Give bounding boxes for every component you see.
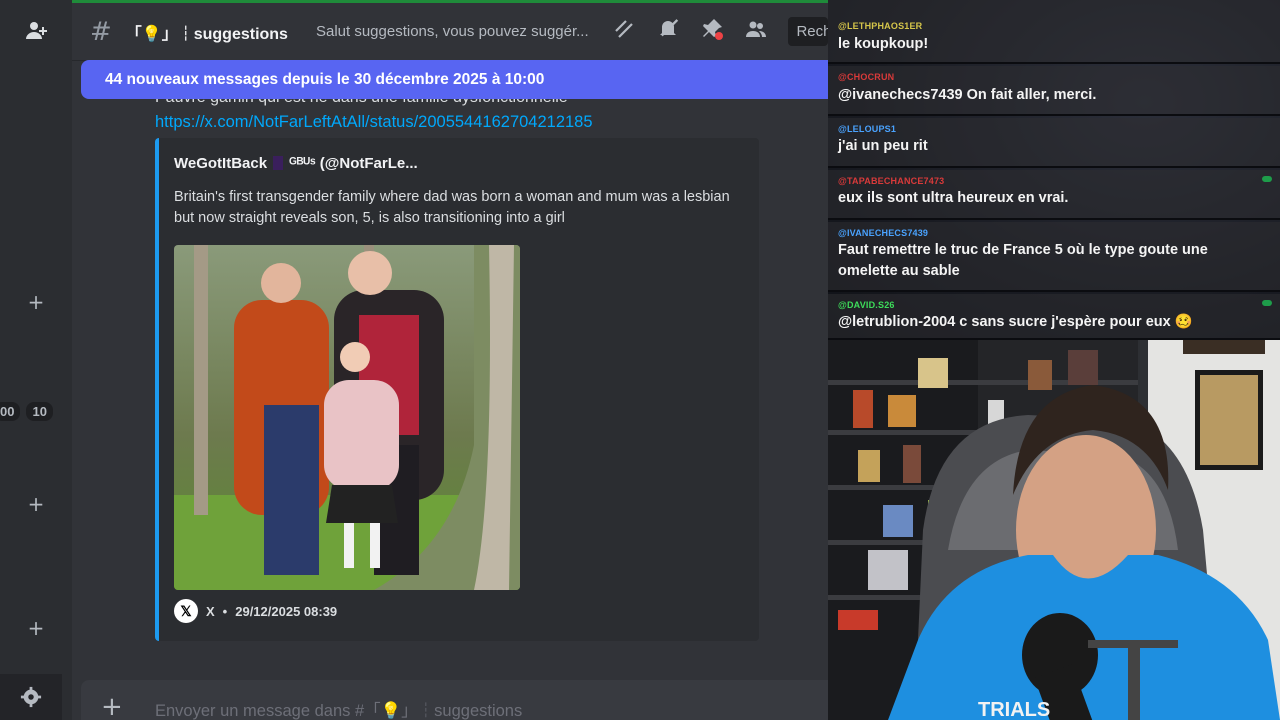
channel-sidebar-edge: + 00 10 + + (0, 0, 72, 720)
search-input[interactable]: Rech (788, 17, 828, 46)
channel-name: 「💡」┆suggestions (125, 25, 288, 43)
status-dot (1262, 176, 1272, 182)
notifications-muted-icon[interactable] (656, 17, 680, 46)
threads-icon[interactable] (612, 17, 636, 46)
new-messages-banner[interactable]: 44 nouveaux messages depuis le 30 décemb… (81, 60, 828, 99)
chat-username: @TAPABECHANCE7473 (838, 176, 945, 186)
header-toolbar (612, 17, 768, 46)
chat-message: @TAPABECHANCE7473 eux ils sont ultra heu… (828, 170, 1280, 220)
chat-text: eux ils sont ultra heureux en vrai. (838, 190, 1069, 206)
embed-image[interactable] (174, 245, 520, 590)
chat-text: j'ai un peu rit (838, 138, 928, 154)
chat-text: Faut remettre le truc de France 5 où le … (838, 242, 1208, 279)
settings-gear-icon[interactable] (0, 674, 62, 720)
chat-username: @DAVID.S26 (838, 300, 895, 310)
embed-author-handle: ᴳᴮᵁˢ (@NotFarLe... (289, 155, 418, 172)
message-link[interactable]: https://x.com/NotFarLeftAtAll/status/200… (155, 113, 593, 132)
embed-timestamp: 29/12/2025 08:39 (235, 603, 338, 619)
x-logo-icon: 𝕏 (174, 599, 198, 623)
webcam-feed: TRIALS (828, 340, 1280, 720)
chat-text: @letrublion-2004 c sans sucre j'espère p… (838, 314, 1193, 330)
separator-dot: • (222, 603, 228, 619)
chat-text: @ivanechecs7439 On fait aller, merci. (838, 87, 1097, 103)
chat-username: @IVANECHECS7439 (838, 228, 929, 238)
chat-text: le koupkoup! (838, 36, 929, 52)
message-composer[interactable]: + Envoyer un message dans #「💡」┆suggestio… (81, 680, 828, 720)
member-list-icon[interactable] (744, 17, 768, 46)
screen: + 00 10 + + # 「💡」┆suggestions Salut sugg… (0, 0, 1280, 720)
channel-header: # 「💡」┆suggestions Salut suggestions, vou… (72, 3, 828, 61)
chat-message: @LELOUPS1 j'ai un peu rit (828, 118, 1280, 168)
unread-counts: 00 10 (0, 402, 53, 421)
pinned-messages-icon[interactable] (700, 17, 724, 46)
add-channel-icon[interactable]: + (0, 616, 72, 640)
embed-author[interactable]: WeGotItBack ᴳᴮᵁˢ (@NotFarLe... (174, 155, 418, 172)
embed-footer: 𝕏 X • 29/12/2025 08:39 (174, 599, 337, 623)
discord-window: + 00 10 + + # 「💡」┆suggestions Salut sugg… (0, 0, 828, 720)
message-input[interactable]: Envoyer un message dans #「💡」┆suggestions (155, 697, 522, 720)
embed-description: Britain's first transgender family where… (174, 189, 730, 226)
chat-username: @LETHPHAOS1ER (838, 21, 923, 31)
embed-author-name: WeGotItBack (174, 155, 268, 172)
link-embed: WeGotItBack ᴳᴮᵁˢ (@NotFarLe... Britain's … (155, 138, 759, 641)
chat-message: @LETHPHAOS1ER le koupkoup! (828, 0, 1280, 64)
flag-icon (273, 156, 284, 170)
shirt-text: TRIALS (978, 699, 1050, 720)
add-channel-icon[interactable]: + (0, 290, 72, 314)
chat-username: @LELOUPS1 (838, 124, 897, 134)
add-friend-icon[interactable] (0, 0, 72, 62)
chat-username: @CHOCRUN (838, 72, 895, 82)
chat-message: @DAVID.S26 @letrublion-2004 c sans sucre… (828, 294, 1280, 340)
attach-plus-icon[interactable]: + (101, 692, 123, 720)
channel-topic[interactable]: Salut suggestions, vous pouvez suggér... (316, 23, 591, 40)
add-channel-icon[interactable]: + (0, 492, 72, 516)
embed-source: X (206, 603, 215, 619)
chat-message: @CHOCRUN @ivanechecs7439 On fait aller, … (828, 66, 1280, 116)
chat-message: @IVANECHECS7439 Faut remettre le truc de… (828, 222, 1280, 292)
status-dot (1262, 300, 1272, 306)
stream-overlay: @LETHPHAOS1ER le koupkoup! @CHOCRUN @iva… (828, 0, 1280, 720)
stream-chat: @LETHPHAOS1ER le koupkoup! @CHOCRUN @iva… (828, 0, 1280, 340)
count-badge: 00 (0, 402, 21, 421)
hash-icon: # (90, 16, 112, 47)
count-badge: 10 (26, 402, 53, 421)
